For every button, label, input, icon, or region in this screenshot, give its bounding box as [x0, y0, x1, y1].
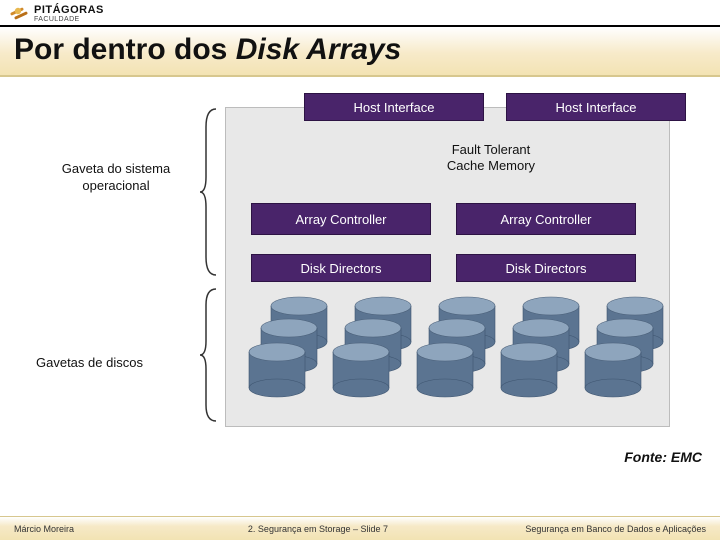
disk-directors-2: Disk Directors: [456, 254, 636, 282]
disk-cylinder-icon: [582, 342, 644, 398]
footer-bar: Márcio Moreira 2. Segurança em Storage –…: [0, 516, 720, 540]
array-chassis: Host Interface Host Interface Fault Tole…: [225, 107, 670, 427]
footer-author: Márcio Moreira: [14, 524, 74, 534]
title-prefix: Por dentro dos: [14, 33, 236, 66]
disk-bank: [240, 296, 658, 416]
title-bar: Por dentro dos Disk Arrays: [0, 27, 720, 77]
disk-cylinder-icon: [246, 342, 308, 398]
logo-name: PITÁGORAS: [34, 5, 104, 17]
bracket-os-icon: [198, 107, 218, 277]
footer-slide-info: 2. Segurança em Storage – Slide 7: [248, 524, 388, 534]
disk-directors-1: Disk Directors: [251, 254, 431, 282]
host-interface-1: Host Interface: [304, 93, 484, 121]
logo-subtitle: FACULDADE: [34, 16, 104, 23]
disk-cylinder-icon: [498, 342, 560, 398]
footer-course: Segurança em Banco de Dados e Aplicações: [525, 524, 706, 534]
array-controller-1: Array Controller: [251, 203, 431, 235]
source-citation: Fonte: EMC: [624, 449, 702, 465]
logo-mark-icon: [8, 3, 30, 25]
host-interface-2: Host Interface: [506, 93, 686, 121]
os-drawer-label: Gaveta do sistema operacional: [36, 161, 196, 195]
title-italic: Disk Arrays: [236, 33, 402, 66]
array-controller-2: Array Controller: [456, 203, 636, 235]
disk-drawer-label: Gavetas de discos: [36, 355, 143, 370]
disk-cylinder-icon: [414, 342, 476, 398]
disk-cylinder-icon: [330, 342, 392, 398]
diagram-area: Gaveta do sistema operacional Gavetas de…: [0, 77, 720, 477]
slide-title: Por dentro dos Disk Arrays: [14, 33, 706, 67]
logo: PITÁGORAS FACULDADE: [8, 3, 104, 25]
fault-tolerant-cache-label: Fault Tolerant Cache Memory: [286, 142, 696, 175]
brand-header: PITÁGORAS FACULDADE: [0, 0, 720, 27]
disk-row-front: [246, 342, 644, 398]
bracket-disk-icon: [198, 287, 218, 423]
